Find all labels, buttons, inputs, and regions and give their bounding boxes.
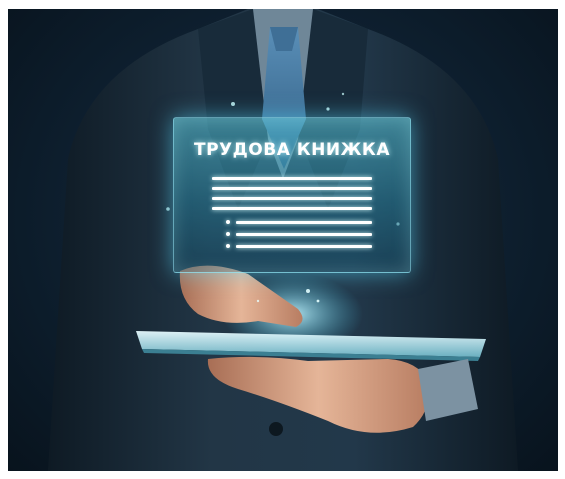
jacket-button: [269, 422, 283, 436]
text-line: [212, 207, 372, 210]
text-line: [236, 245, 372, 248]
text-line: [212, 187, 372, 190]
text-line: [212, 197, 372, 200]
hologram-document: ТРУДОВА КНИЖКА: [173, 117, 411, 273]
bullet-icon: [226, 232, 230, 236]
text-line: [236, 221, 372, 224]
image-frame: ТРУДОВА КНИЖКА: [0, 0, 565, 479]
bullet-icon: [226, 244, 230, 248]
text-line: [212, 177, 372, 180]
hologram-title: ТРУДОВА КНИЖКА: [193, 140, 390, 160]
bullet-icon: [226, 220, 230, 224]
text-line: [236, 233, 372, 236]
photo: ТРУДОВА КНИЖКА: [8, 9, 558, 471]
